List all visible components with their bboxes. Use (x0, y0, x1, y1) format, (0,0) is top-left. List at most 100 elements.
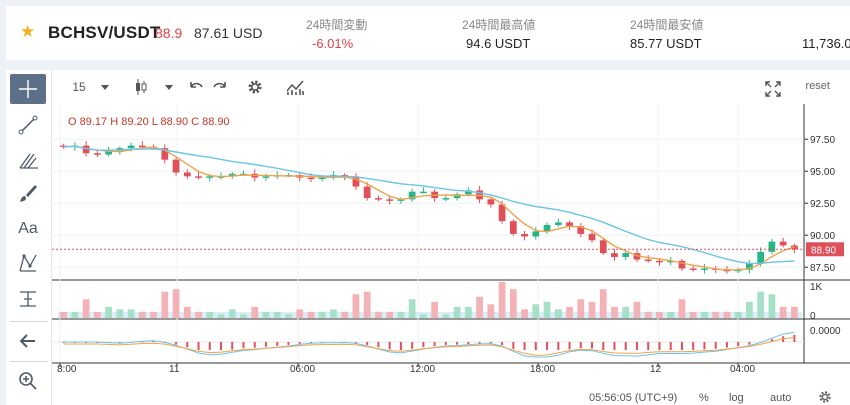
macd-histogram-bar (478, 342, 481, 344)
volume-bar (127, 309, 135, 318)
macd-histogram-bar (658, 342, 661, 350)
macd-histogram-bar (444, 342, 447, 345)
volume-bar (791, 306, 798, 318)
arrow-left-icon (19, 334, 35, 348)
macd-histogram-bar (411, 342, 414, 349)
auto-button[interactable]: auto (770, 392, 791, 404)
volume-bar (622, 306, 630, 318)
volume-bar (701, 311, 708, 318)
ruler-icon (20, 291, 36, 307)
volume-bar (532, 304, 540, 318)
crosshair-tool[interactable] (10, 74, 46, 104)
pattern-tool[interactable] (10, 248, 46, 278)
trendline-tool[interactable] (10, 110, 46, 140)
volume-bar (318, 311, 326, 318)
trendline-icon (18, 115, 38, 135)
candle (420, 191, 427, 194)
macd-signal-line (63, 337, 795, 356)
macd-histogram-bar (579, 342, 582, 348)
macd-histogram-bar (568, 342, 571, 350)
volume-bar (644, 311, 652, 318)
brush-icon (20, 185, 37, 202)
percent-button[interactable]: % (699, 392, 709, 404)
undo-icon (190, 82, 203, 88)
macd-histogram-bar (231, 342, 234, 350)
text-tool[interactable]: Aa (10, 214, 46, 244)
volume-bar (386, 311, 394, 318)
volume-bar (453, 306, 461, 318)
candle (375, 198, 382, 200)
redo-button[interactable] (210, 76, 230, 98)
macd-histogram-bar (534, 342, 537, 350)
candle (487, 199, 495, 205)
macd-histogram-bar (647, 342, 650, 350)
candle (307, 177, 315, 180)
price-tick-label: 90.00 (810, 231, 835, 242)
interval-dropdown[interactable] (98, 76, 112, 98)
volume-bar (217, 314, 225, 318)
volume-bar (656, 311, 663, 318)
volume-bar (408, 299, 416, 318)
volume-bar (689, 311, 697, 318)
volume-bar (240, 314, 247, 318)
volume-bar (172, 289, 180, 318)
volume-bar (330, 309, 337, 318)
change-24h-value: -6.01% (312, 36, 354, 51)
macd-histogram-bar (388, 342, 391, 350)
chart-settings-gear-icon[interactable] (819, 391, 831, 403)
volume-bar (296, 309, 304, 318)
candle (262, 176, 270, 178)
macd-histogram-bar (602, 342, 605, 350)
interval-button[interactable]: 15 (66, 76, 92, 98)
undo-button[interactable] (186, 76, 206, 98)
settings-button[interactable] (244, 76, 266, 98)
volume-bar (464, 306, 472, 318)
macd-histogram-bar (456, 342, 459, 345)
brush-tool[interactable] (10, 178, 46, 208)
price-tick-label: 87.50 (810, 263, 835, 274)
high-24h-value: 94.6 USDT (466, 36, 531, 51)
pair-name[interactable]: BCHSV/USDT (48, 23, 161, 43)
zoom-tool[interactable] (10, 366, 46, 396)
macd-histogram-bar (557, 342, 560, 350)
indicators-button[interactable] (284, 76, 306, 98)
volume-bar (588, 301, 596, 318)
measure-tool[interactable] (10, 284, 46, 314)
reset-button[interactable]: reset (806, 80, 830, 92)
fullscreen-button[interactable] (762, 78, 784, 100)
volume-bar (431, 301, 438, 318)
candle (363, 186, 371, 199)
time-tick-label: 12:00 (410, 364, 435, 375)
chart-type-button[interactable] (130, 76, 152, 98)
log-button[interactable]: log (729, 392, 744, 404)
low-24h-value: 85.77 USDT (630, 36, 702, 51)
time-tick-label: 04:00 (730, 364, 755, 375)
clock-readout: 05:56:05 (UTC+9) (589, 392, 677, 404)
macd-histogram-bar (366, 342, 369, 345)
volume-bar (262, 311, 270, 318)
back-tool[interactable] (10, 326, 46, 356)
chart-type-dropdown[interactable] (162, 76, 176, 98)
candle (689, 268, 697, 270)
candle (599, 240, 607, 254)
macd-histogram-bar (725, 342, 728, 348)
volume-bar (543, 301, 551, 318)
macd-histogram-bar (692, 342, 695, 350)
favorite-star-icon[interactable]: ★ (20, 22, 35, 42)
macd-histogram-bar (175, 342, 178, 345)
redo-icon (213, 82, 226, 88)
candle (768, 241, 776, 252)
volume-bar (678, 299, 686, 318)
chart-grid (52, 104, 850, 364)
price-pane (52, 141, 804, 274)
macd-histogram-bar (737, 342, 740, 347)
macd-histogram-bar (714, 342, 717, 349)
price-chart[interactable]: 97.50 95.00 92.50 90.00 87.50 8:00 11 06:00 12:0… (52, 104, 850, 405)
candle (93, 153, 101, 155)
candle (532, 231, 540, 237)
volume-bar (420, 314, 427, 318)
volume-bar (352, 294, 360, 318)
volume-tick-label: 1K (810, 282, 823, 293)
fib-tool[interactable] (10, 144, 46, 174)
volume-bar (161, 291, 169, 318)
